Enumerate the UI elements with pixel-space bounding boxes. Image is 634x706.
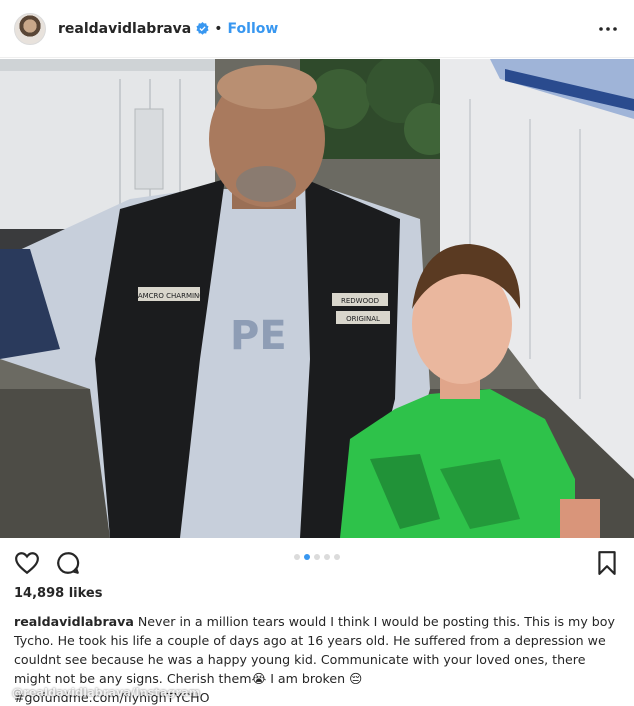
carousel-indicator [294,554,340,560]
verified-badge-icon [196,22,209,35]
image-watermark: @realdavidlabrava/Instagram [12,686,201,699]
username-link[interactable]: realdavidlabrava [58,21,191,37]
vest-patch-right-bottom: ORIGINAL [346,315,380,323]
carousel-dot[interactable] [294,554,300,560]
vest-patch-right-top: REDWOOD [341,297,379,305]
svg-text:PE: PE [230,313,287,359]
heart-icon[interactable] [14,550,40,576]
carousel-dot-active[interactable] [304,554,310,560]
likes-count[interactable]: 14,898 likes [14,586,102,601]
bookmark-icon[interactable] [596,550,618,576]
post-actions [0,538,634,584]
comment-bubble-icon[interactable] [55,550,81,576]
carousel-dot[interactable] [324,554,330,560]
more-options-icon[interactable] [596,19,620,39]
post-header: realdavidlabrava • Follow [0,0,634,58]
header-separator: • [214,20,223,37]
carousel-dot[interactable] [314,554,320,560]
follow-button[interactable]: Follow [228,21,279,37]
avatar[interactable] [14,12,46,45]
vest-patch-left: SAMCRO CHARMING [133,292,204,300]
post-photo[interactable]: PE SAMCRO CHARMING REDWOOD ORIGINAL [0,59,634,538]
caption-username-link[interactable]: realdavidlabrava [14,614,134,629]
carousel-dot[interactable] [334,554,340,560]
